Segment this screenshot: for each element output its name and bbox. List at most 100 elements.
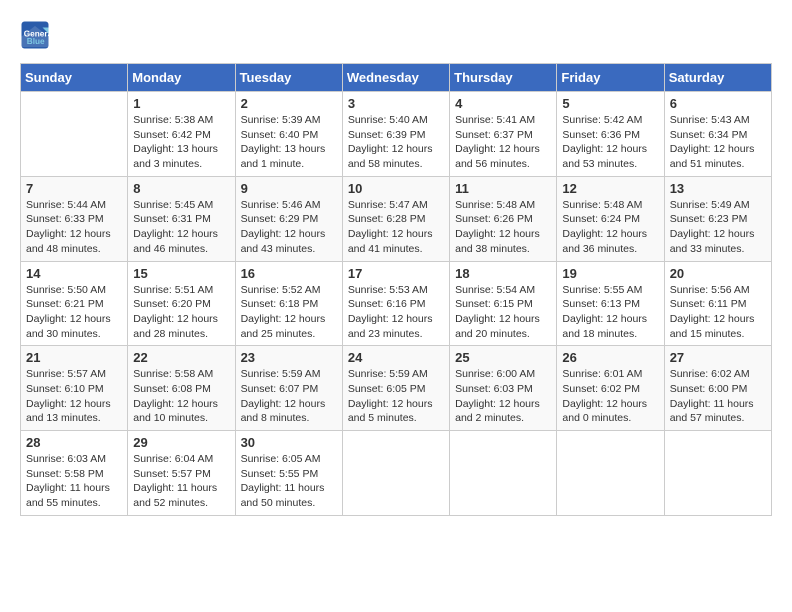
calendar-cell: 6 Sunrise: 5:43 AMSunset: 6:34 PMDaylight… (664, 92, 771, 177)
day-detail: Sunrise: 5:59 AMSunset: 6:05 PMDaylight:… (348, 367, 444, 426)
day-detail: Sunrise: 5:49 AMSunset: 6:23 PMDaylight:… (670, 198, 766, 257)
calendar-cell: 24 Sunrise: 5:59 AMSunset: 6:05 PMDayligh… (342, 346, 449, 431)
day-number: 11 (455, 181, 551, 196)
day-detail: Sunrise: 5:44 AMSunset: 6:33 PMDaylight:… (26, 198, 122, 257)
day-number: 18 (455, 266, 551, 281)
day-detail: Sunrise: 5:53 AMSunset: 6:16 PMDaylight:… (348, 283, 444, 342)
day-detail: Sunrise: 5:42 AMSunset: 6:36 PMDaylight:… (562, 113, 658, 172)
day-detail: Sunrise: 5:59 AMSunset: 6:07 PMDaylight:… (241, 367, 337, 426)
calendar-cell: 30 Sunrise: 6:05 AMSunset: 5:55 PMDayligh… (235, 431, 342, 516)
day-detail: Sunrise: 6:04 AMSunset: 5:57 PMDaylight:… (133, 452, 229, 511)
day-detail: Sunrise: 5:43 AMSunset: 6:34 PMDaylight:… (670, 113, 766, 172)
day-number: 24 (348, 350, 444, 365)
calendar-cell: 5 Sunrise: 5:42 AMSunset: 6:36 PMDaylight… (557, 92, 664, 177)
day-number: 8 (133, 181, 229, 196)
day-number: 5 (562, 96, 658, 111)
calendar-cell: 20 Sunrise: 5:56 AMSunset: 6:11 PMDayligh… (664, 261, 771, 346)
day-detail: Sunrise: 6:03 AMSunset: 5:58 PMDaylight:… (26, 452, 122, 511)
day-number: 9 (241, 181, 337, 196)
calendar-cell: 19Sunrise: 5:55 AMSunset: 6:13 PMDayligh… (557, 261, 664, 346)
day-number: 1 (133, 96, 229, 111)
day-detail: Sunrise: 5:50 AMSunset: 6:21 PMDaylight:… (26, 283, 122, 342)
day-number: 27 (670, 350, 766, 365)
day-number: 15 (133, 266, 229, 281)
day-detail: Sunrise: 5:54 AMSunset: 6:15 PMDaylight:… (455, 283, 551, 342)
day-number: 20 (670, 266, 766, 281)
day-number: 22 (133, 350, 229, 365)
day-detail: Sunrise: 5:45 AMSunset: 6:31 PMDaylight:… (133, 198, 229, 257)
day-detail: Sunrise: 5:52 AMSunset: 6:18 PMDaylight:… (241, 283, 337, 342)
calendar-cell: 1 Sunrise: 5:38 AMSunset: 6:42 PMDaylight… (128, 92, 235, 177)
day-number: 2 (241, 96, 337, 111)
calendar-cell: 25 Sunrise: 6:00 AMSunset: 6:03 PMDayligh… (450, 346, 557, 431)
calendar-cell (450, 431, 557, 516)
day-number: 12 (562, 181, 658, 196)
calendar-cell: 9 Sunrise: 5:46 AMSunset: 6:29 PMDaylight… (235, 176, 342, 261)
calendar-cell: 18 Sunrise: 5:54 AMSunset: 6:15 PMDayligh… (450, 261, 557, 346)
day-number: 13 (670, 181, 766, 196)
calendar-cell (21, 92, 128, 177)
day-number: 7 (26, 181, 122, 196)
calendar-cell: 26 Sunrise: 6:01 AMSunset: 6:02 PMDayligh… (557, 346, 664, 431)
day-number: 29 (133, 435, 229, 450)
calendar-cell (342, 431, 449, 516)
day-detail: Sunrise: 5:46 AMSunset: 6:29 PMDaylight:… (241, 198, 337, 257)
col-header-wednesday: Wednesday (342, 64, 449, 92)
day-number: 30 (241, 435, 337, 450)
day-detail: Sunrise: 6:01 AMSunset: 6:02 PMDaylight:… (562, 367, 658, 426)
day-number: 26 (562, 350, 658, 365)
calendar-cell: 23Sunrise: 5:59 AMSunset: 6:07 PMDayligh… (235, 346, 342, 431)
day-number: 21 (26, 350, 122, 365)
calendar-cell: 17 Sunrise: 5:53 AMSunset: 6:16 PMDayligh… (342, 261, 449, 346)
day-detail: Sunrise: 5:51 AMSunset: 6:20 PMDaylight:… (133, 283, 229, 342)
day-number: 6 (670, 96, 766, 111)
calendar-cell: 4 Sunrise: 5:41 AMSunset: 6:37 PMDaylight… (450, 92, 557, 177)
day-number: 16 (241, 266, 337, 281)
calendar-cell: 12 Sunrise: 5:48 AMSunset: 6:24 PMDayligh… (557, 176, 664, 261)
day-number: 19 (562, 266, 658, 281)
day-detail: Sunrise: 5:41 AMSunset: 6:37 PMDaylight:… (455, 113, 551, 172)
day-number: 17 (348, 266, 444, 281)
calendar-cell: 22 Sunrise: 5:58 AMSunset: 6:08 PMDayligh… (128, 346, 235, 431)
col-header-thursday: Thursday (450, 64, 557, 92)
calendar-cell: 15 Sunrise: 5:51 AMSunset: 6:20 PMDayligh… (128, 261, 235, 346)
day-detail: Sunrise: 5:38 AMSunset: 6:42 PMDaylight:… (133, 113, 229, 172)
day-detail: Sunrise: 6:05 AMSunset: 5:55 PMDaylight:… (241, 452, 337, 511)
col-header-sunday: Sunday (21, 64, 128, 92)
col-header-friday: Friday (557, 64, 664, 92)
calendar-cell: 7 Sunrise: 5:44 AMSunset: 6:33 PMDaylight… (21, 176, 128, 261)
calendar-cell: 21 Sunrise: 5:57 AMSunset: 6:10 PMDayligh… (21, 346, 128, 431)
svg-text:Blue: Blue (27, 37, 45, 46)
calendar-cell: 29 Sunrise: 6:04 AMSunset: 5:57 PMDayligh… (128, 431, 235, 516)
calendar-cell: 11 Sunrise: 5:48 AMSunset: 6:26 PMDayligh… (450, 176, 557, 261)
calendar-cell: 3 Sunrise: 5:40 AMSunset: 6:39 PMDaylight… (342, 92, 449, 177)
day-number: 3 (348, 96, 444, 111)
col-header-tuesday: Tuesday (235, 64, 342, 92)
calendar-cell: 13 Sunrise: 5:49 AMSunset: 6:23 PMDayligh… (664, 176, 771, 261)
day-number: 4 (455, 96, 551, 111)
day-detail: Sunrise: 5:39 AMSunset: 6:40 PMDaylight:… (241, 113, 337, 172)
day-detail: Sunrise: 5:57 AMSunset: 6:10 PMDaylight:… (26, 367, 122, 426)
day-number: 10 (348, 181, 444, 196)
day-number: 25 (455, 350, 551, 365)
day-detail: Sunrise: 6:02 AMSunset: 6:00 PMDaylight:… (670, 367, 766, 426)
day-number: 28 (26, 435, 122, 450)
calendar-cell: 2 Sunrise: 5:39 AMSunset: 6:40 PMDaylight… (235, 92, 342, 177)
calendar-cell: 27 Sunrise: 6:02 AMSunset: 6:00 PMDayligh… (664, 346, 771, 431)
calendar-cell: 8 Sunrise: 5:45 AMSunset: 6:31 PMDaylight… (128, 176, 235, 261)
day-detail: Sunrise: 5:48 AMSunset: 6:24 PMDaylight:… (562, 198, 658, 257)
day-number: 14 (26, 266, 122, 281)
calendar-cell (557, 431, 664, 516)
logo: General Blue (20, 20, 54, 50)
col-header-monday: Monday (128, 64, 235, 92)
calendar-cell: 14 Sunrise: 5:50 AMSunset: 6:21 PMDayligh… (21, 261, 128, 346)
day-detail: Sunrise: 5:58 AMSunset: 6:08 PMDaylight:… (133, 367, 229, 426)
day-detail: Sunrise: 5:40 AMSunset: 6:39 PMDaylight:… (348, 113, 444, 172)
calendar-cell (664, 431, 771, 516)
col-header-saturday: Saturday (664, 64, 771, 92)
logo-icon: General Blue (20, 20, 50, 50)
day-detail: Sunrise: 6:00 AMSunset: 6:03 PMDaylight:… (455, 367, 551, 426)
day-detail: Sunrise: 5:48 AMSunset: 6:26 PMDaylight:… (455, 198, 551, 257)
day-detail: Sunrise: 5:56 AMSunset: 6:11 PMDaylight:… (670, 283, 766, 342)
calendar-cell: 10Sunrise: 5:47 AMSunset: 6:28 PMDayligh… (342, 176, 449, 261)
